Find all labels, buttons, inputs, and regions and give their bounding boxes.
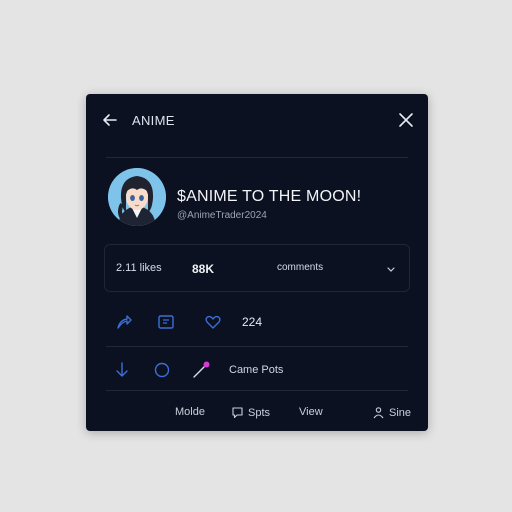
likes-stat: 2.11 likes <box>116 262 162 274</box>
avatar[interactable] <box>108 168 166 226</box>
repost-icon <box>158 315 174 329</box>
footer-share-label: Sine <box>389 406 412 419</box>
footer-divider <box>106 390 408 391</box>
close-icon <box>399 113 413 127</box>
views-stat: 88K <box>192 262 215 276</box>
footer-more-label: Molde <box>175 406 205 418</box>
footer-share[interactable]: Sine <box>372 406 411 419</box>
footer-view-label: View <box>299 406 323 418</box>
user-icon <box>373 407 384 419</box>
like-count: 224 <box>242 315 263 329</box>
profile-name: $ANIME TO THE MOON! <box>177 188 362 205</box>
anime-avatar-icon <box>108 168 166 226</box>
footer-spots-label: Spts <box>248 406 271 419</box>
repost-button[interactable] <box>156 312 176 332</box>
like-button[interactable] <box>203 312 223 332</box>
download-button[interactable] <box>112 360 132 380</box>
footer-view[interactable]: View <box>299 406 323 418</box>
share-icon <box>117 315 132 329</box>
heart-icon <box>205 315 221 329</box>
close-button[interactable] <box>396 110 416 130</box>
chevron-down-icon <box>387 267 395 272</box>
footer-more[interactable]: Molde <box>175 406 205 418</box>
expand-stats-button[interactable] <box>385 262 397 274</box>
footer-spots[interactable]: Spts <box>231 406 270 419</box>
circle-button[interactable] <box>152 360 172 380</box>
back-arrow-icon <box>103 114 117 126</box>
post-card: ANIME $ANIME TO THE MOON! @AnimeTrader20… <box>86 94 428 431</box>
action-label[interactable]: Came Pots <box>229 364 283 376</box>
card-header: ANIME <box>86 94 428 146</box>
download-icon <box>116 362 128 377</box>
header-title: ANIME <box>132 113 175 128</box>
actions-divider <box>106 346 408 347</box>
pin-icon <box>193 361 210 378</box>
stats-panel: 2.11 likes 88K comments <box>104 244 410 292</box>
back-button[interactable] <box>100 110 120 130</box>
header-divider <box>106 157 408 158</box>
comments-stat: comments <box>277 262 324 273</box>
share-button[interactable] <box>114 312 134 332</box>
comment-icon <box>232 407 243 419</box>
pin-button[interactable] <box>191 358 213 380</box>
profile-handle[interactable]: @AnimeTrader2024 <box>177 210 267 221</box>
circle-icon <box>154 362 170 378</box>
